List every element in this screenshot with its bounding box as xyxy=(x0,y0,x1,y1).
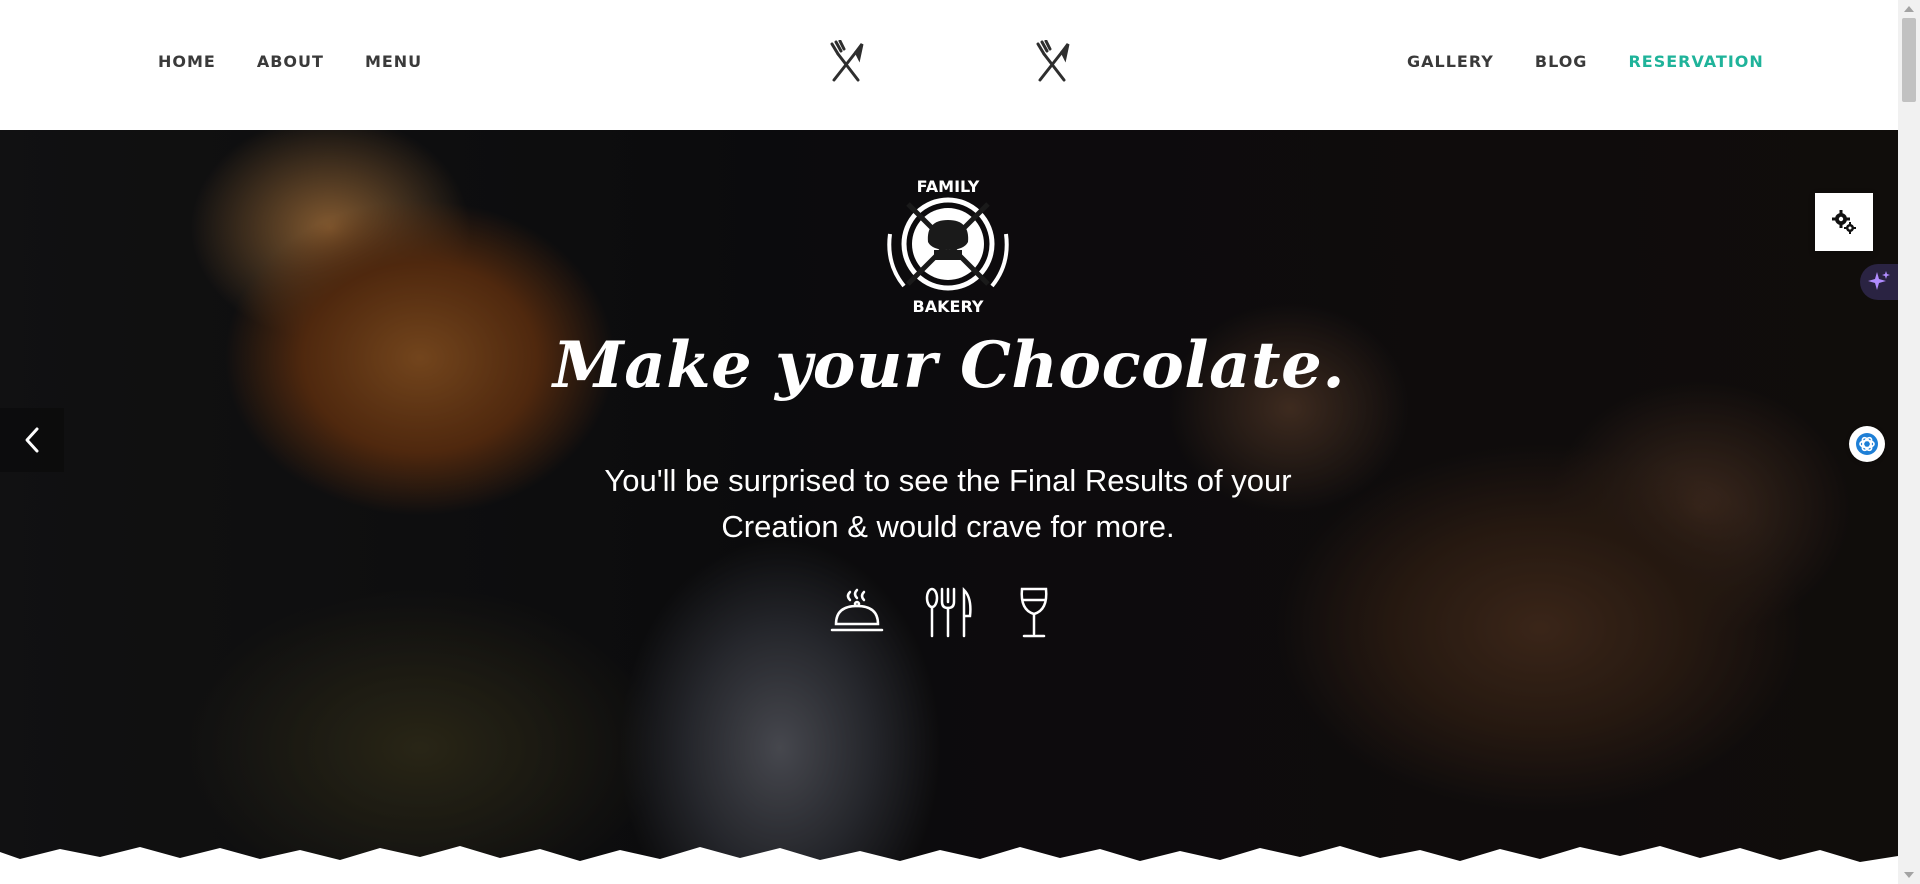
scroll-up-arrow[interactable] xyxy=(1904,6,1914,12)
hero-content: FAMILY BAKERY Make your Chocolate. You'l… xyxy=(0,108,1898,884)
nav-left: HOME ABOUT MENU xyxy=(158,52,422,72)
hero-subtitle: You'll be surprised to see the Final Res… xyxy=(604,463,1292,544)
cloche-icon xyxy=(830,588,884,632)
svg-text:FAMILY: FAMILY xyxy=(917,177,980,196)
nav-home[interactable]: HOME xyxy=(158,52,216,72)
fork-spoon-knife-icon xyxy=(925,586,972,638)
scroll-down-arrow[interactable] xyxy=(1904,872,1914,878)
assistant-button[interactable] xyxy=(1849,426,1885,462)
crossed-fork-knife-icon[interactable] xyxy=(1032,40,1072,84)
nav-menu[interactable]: MENU xyxy=(365,52,422,72)
nav-about[interactable]: ABOUT xyxy=(257,52,324,72)
nav-reservation[interactable]: RESERVATION xyxy=(1628,52,1763,72)
hero-icons xyxy=(830,586,1054,640)
site-header: HOME ABOUT MENU GALLERY BLOG RESERVATION xyxy=(0,0,1898,130)
svg-text:BAKERY: BAKERY xyxy=(913,297,984,316)
torn-edge-bottom xyxy=(0,846,1898,884)
nav-right: GALLERY BLOG RESERVATION xyxy=(1407,52,1764,72)
assistant-icon xyxy=(1856,433,1878,455)
sparkle-icon xyxy=(1868,271,1890,290)
hero-title: Make your Chocolate. xyxy=(552,328,1346,403)
hero-slider: FAMILY BAKERY Make your Chocolate. You'l… xyxy=(0,108,1898,884)
ai-sparkle-button[interactable] xyxy=(1860,264,1898,300)
nav-gallery[interactable]: GALLERY xyxy=(1407,52,1494,72)
settings-button[interactable] xyxy=(1815,193,1873,251)
page-scrollbar[interactable] xyxy=(1898,0,1920,884)
crossed-fork-knife-icon[interactable] xyxy=(826,40,866,84)
gear-icon xyxy=(1832,210,1856,234)
wine-glass-icon xyxy=(1020,587,1048,638)
chevron-left-icon xyxy=(25,427,39,453)
nav-blog[interactable]: BLOG xyxy=(1535,52,1588,72)
bakery-emblem-logo: FAMILY BAKERY xyxy=(887,177,1009,316)
scroll-thumb[interactable] xyxy=(1902,18,1916,102)
slider-prev-button[interactable] xyxy=(0,408,64,472)
